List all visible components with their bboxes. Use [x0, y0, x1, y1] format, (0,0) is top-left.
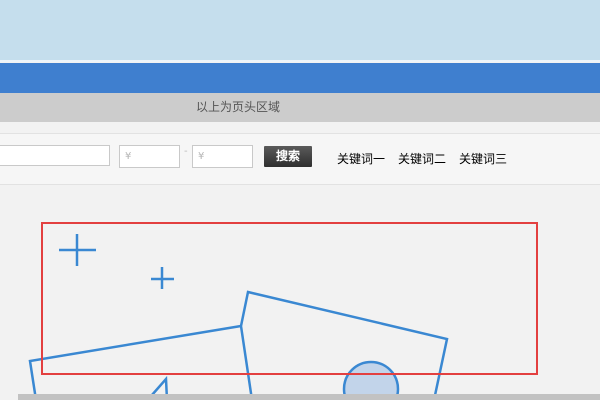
horizontal-scrollbar[interactable] — [18, 394, 600, 400]
highlight-box — [41, 222, 538, 375]
